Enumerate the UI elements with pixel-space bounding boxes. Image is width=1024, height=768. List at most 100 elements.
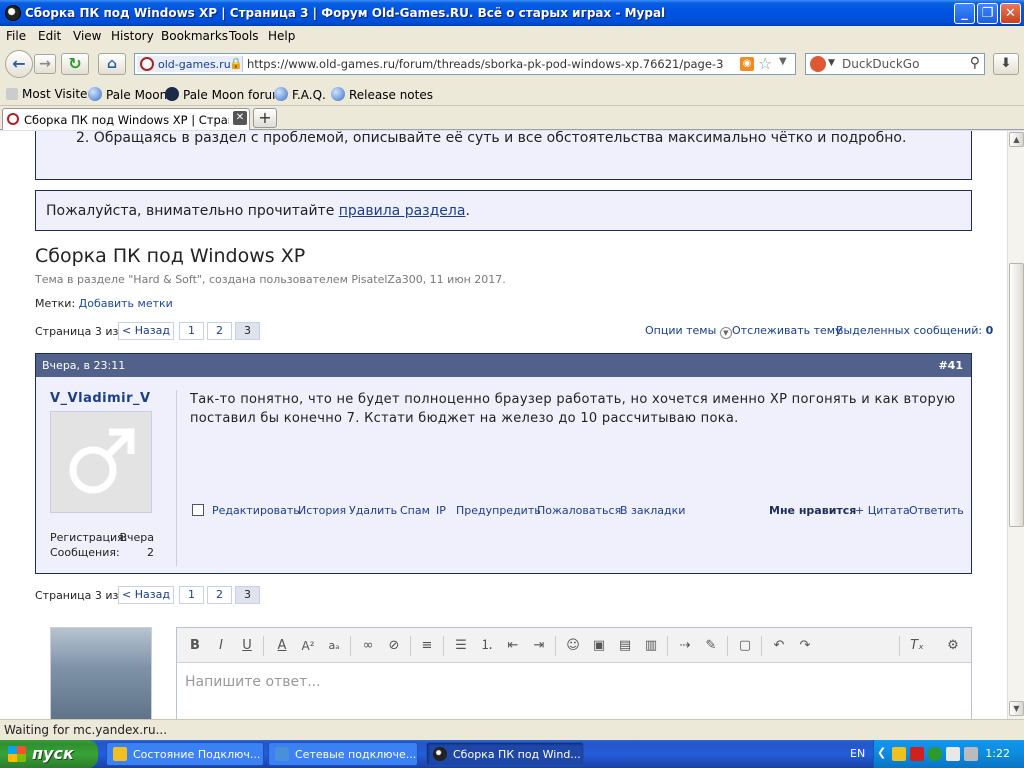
- downloads-button[interactable]: ⬇: [993, 53, 1019, 75]
- menu-history[interactable]: History: [111, 29, 154, 43]
- reload-button[interactable]: ↻: [61, 53, 89, 75]
- toggle-bbcode-icon[interactable]: ⚙: [943, 637, 963, 655]
- task-browser[interactable]: Сборка ПК под Wind...: [426, 742, 584, 766]
- indent-icon[interactable]: ⇥: [529, 637, 549, 655]
- minimize-button[interactable]: _: [954, 3, 975, 24]
- close-tab-icon[interactable]: ✕: [233, 111, 247, 125]
- font-size-icon[interactable]: A²: [298, 637, 318, 655]
- home-button[interactable]: ⌂: [98, 53, 126, 75]
- task-network-connections[interactable]: Сетевые подключе...: [268, 742, 418, 766]
- save-draft-icon[interactable]: ▢: [735, 637, 755, 655]
- bookmark-pale-moon[interactable]: Pale Moon: [88, 87, 167, 102]
- redo-icon[interactable]: ↷: [795, 637, 815, 655]
- menu-file[interactable]: File: [6, 29, 26, 43]
- italic-icon[interactable]: I: [211, 637, 231, 655]
- search-input[interactable]: DuckDuckGo: [842, 57, 919, 71]
- update-icon[interactable]: [928, 747, 942, 761]
- url-bar[interactable]: old-games.ru 🔒 https://www.old-games.ru/…: [134, 53, 796, 75]
- link-icon[interactable]: ∞: [358, 637, 378, 655]
- post-author[interactable]: V_Vladimir_V: [50, 391, 151, 406]
- align-icon[interactable]: ≡: [417, 637, 437, 655]
- post-number[interactable]: #41: [938, 359, 963, 372]
- bookmark-star-icon[interactable]: ☆: [758, 54, 772, 73]
- language-indicator[interactable]: EN: [850, 747, 865, 760]
- media-icon[interactable]: ▤: [615, 637, 635, 655]
- mypal-app-icon[interactable]: [5, 5, 21, 21]
- close-button[interactable]: ✕: [1000, 3, 1021, 24]
- bookmark-release-notes[interactable]: Release notes: [331, 87, 433, 102]
- current-user-avatar[interactable]: [50, 627, 152, 719]
- reply-textarea[interactable]: Напишите ответ...: [185, 674, 321, 690]
- search-bar[interactable]: ▼ DuckDuckGo ⚲: [805, 53, 985, 75]
- selected-messages[interactable]: Выделенных сообщений: 0: [836, 324, 993, 337]
- delete-link[interactable]: Удалить: [349, 504, 397, 517]
- quote-link[interactable]: + Цитата: [855, 504, 910, 517]
- bullet-list-icon[interactable]: ☰: [451, 637, 471, 655]
- window-title-bar[interactable]: Сборка ПК под Windows XP | Страница 3 | …: [0, 0, 1024, 26]
- post-date[interactable]: Вчера, в 23:11: [42, 359, 125, 372]
- menu-bookmarks[interactable]: Bookmarks: [161, 29, 228, 43]
- reply-link[interactable]: Ответить: [909, 504, 964, 517]
- text-color-icon[interactable]: A: [272, 637, 292, 655]
- start-button[interactable]: пуск: [0, 740, 98, 768]
- warn-link[interactable]: Предупредить: [456, 504, 541, 517]
- bookmark-pale-moon-forum[interactable]: Pale Moon forum: [165, 87, 284, 102]
- vertical-scrollbar[interactable]: ▲ ▼: [1007, 131, 1024, 719]
- remove-format-icon[interactable]: Tₓ: [907, 637, 927, 655]
- scroll-up-icon[interactable]: ▲: [1009, 132, 1024, 147]
- forward-button[interactable]: →: [34, 54, 56, 74]
- page-1-button[interactable]: 1: [179, 586, 204, 604]
- select-post-checkbox[interactable]: [192, 504, 204, 516]
- prev-page-button[interactable]: < Назад: [118, 586, 174, 604]
- menu-tools[interactable]: Tools: [229, 29, 259, 43]
- outdent-icon[interactable]: ⇤: [503, 637, 523, 655]
- avatar[interactable]: [50, 411, 152, 513]
- report-link[interactable]: Пожаловаться: [537, 504, 621, 517]
- section-rules-link[interactable]: правила раздела: [339, 203, 466, 219]
- url-input[interactable]: https://www.old-games.ru/forum/threads/s…: [247, 57, 723, 71]
- new-tab-button[interactable]: +: [253, 108, 277, 128]
- add-tags-link[interactable]: Добавить метки: [79, 297, 173, 310]
- ip-link[interactable]: IP: [436, 504, 446, 517]
- network-tray-icon[interactable]: [946, 747, 960, 761]
- duckduckgo-icon[interactable]: [810, 56, 826, 72]
- numbered-list-icon[interactable]: ⒈: [477, 637, 497, 655]
- page-3-current[interactable]: 3: [235, 322, 260, 340]
- back-button[interactable]: ←: [5, 50, 33, 78]
- security-shield-icon[interactable]: [892, 747, 906, 761]
- smiley-icon[interactable]: ☺: [563, 637, 583, 655]
- like-link[interactable]: Мне нравится: [769, 504, 856, 517]
- clock[interactable]: 1:22: [985, 747, 1010, 760]
- bold-icon[interactable]: B: [185, 637, 205, 655]
- reply-editor[interactable]: B I U A A² aₐ ∞ ⊘ ≡ ☰ ⒈ ⇤ ⇥ ☺ ▣ ▤ ▥ ⇢ ✎: [176, 627, 972, 719]
- scrollbar-thumb[interactable]: [1009, 263, 1024, 527]
- prev-page-button[interactable]: < Назад: [118, 322, 174, 340]
- insert-icon[interactable]: ▥: [641, 637, 661, 655]
- undo-icon[interactable]: ↶: [769, 637, 789, 655]
- maximize-button[interactable]: ❐: [977, 3, 998, 24]
- image-icon[interactable]: ▣: [589, 637, 609, 655]
- page-1-button[interactable]: 1: [179, 322, 204, 340]
- scroll-down-icon[interactable]: ▼: [1009, 701, 1024, 716]
- code-icon[interactable]: ⇢: [675, 637, 695, 655]
- menu-view[interactable]: View: [73, 29, 101, 43]
- edit-link[interactable]: Редактировать: [212, 504, 300, 517]
- page-2-button[interactable]: 2: [207, 586, 232, 604]
- bookmark-link[interactable]: В закладки: [620, 504, 685, 517]
- search-engine-dropdown-icon[interactable]: ▼: [828, 58, 835, 68]
- font-family-icon[interactable]: aₐ: [324, 637, 344, 655]
- ati-icon[interactable]: [910, 747, 924, 761]
- rss-feed-icon[interactable]: ◉: [740, 57, 754, 71]
- tab-active[interactable]: Сборка ПК под Windows XP | Страница ... …: [2, 108, 250, 130]
- unlink-icon[interactable]: ⊘: [384, 637, 404, 655]
- volume-icon[interactable]: [964, 747, 978, 761]
- search-icon[interactable]: ⚲: [970, 55, 980, 71]
- underline-icon[interactable]: U: [237, 637, 257, 655]
- page-2-button[interactable]: 2: [207, 322, 232, 340]
- history-link[interactable]: История: [298, 504, 346, 517]
- spam-link[interactable]: Спам: [400, 504, 430, 517]
- thread-options-link[interactable]: Опции темы ▼: [645, 324, 732, 339]
- bookmark-most-visited[interactable]: Most Visited: [6, 87, 95, 101]
- site-identity-button[interactable]: old-games.ru 🔒: [137, 56, 243, 72]
- menu-edit[interactable]: Edit: [38, 29, 61, 43]
